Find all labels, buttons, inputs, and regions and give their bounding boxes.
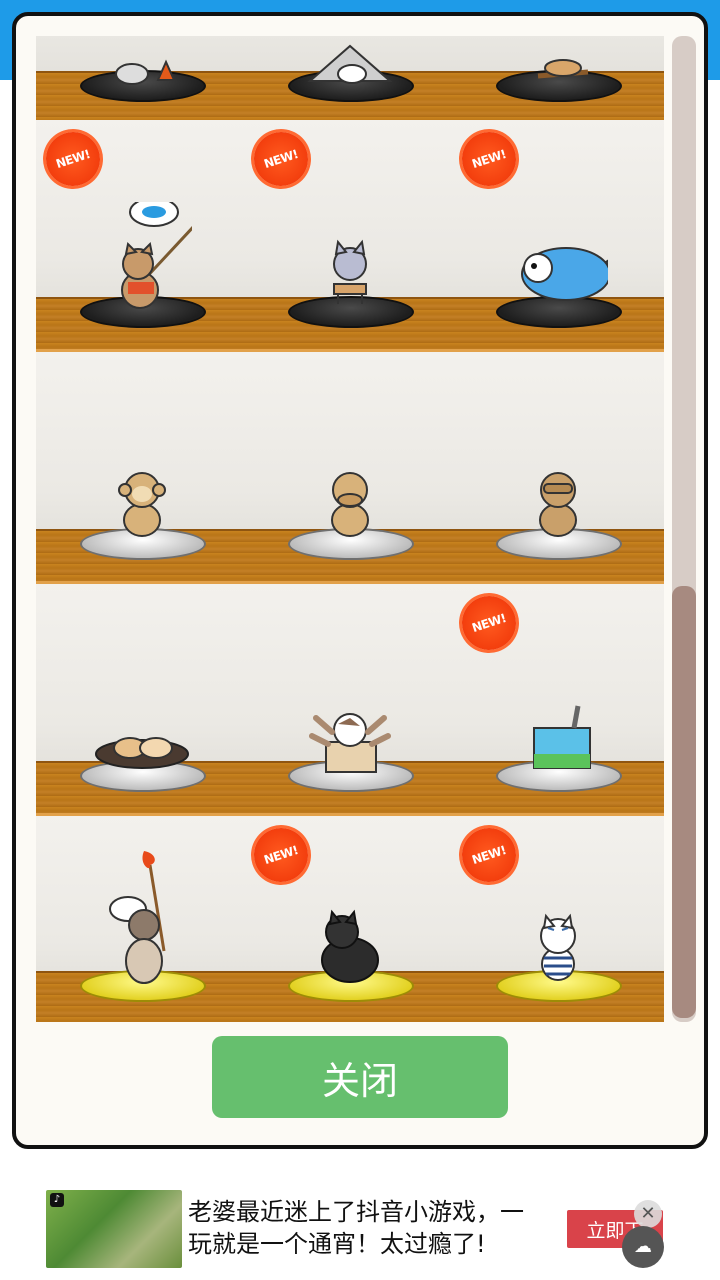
cat-with-campfire-figure: [115, 59, 176, 85]
cat-slot-cats-in-pan[interactable]: [42, 584, 242, 816]
cat-at-small-table-figure: [333, 239, 367, 304]
scrollbar-track[interactable]: [672, 36, 696, 1022]
cat-slot-cat-in-box-many-paws[interactable]: [250, 584, 450, 816]
chef-cat-with-torch-figure: [109, 851, 166, 984]
monkey-speak-no-evil-figure: [331, 472, 369, 537]
fishing-cat-figure: [121, 202, 192, 309]
new-badge: NEW!: [246, 124, 316, 194]
shelf-row: [36, 36, 664, 126]
cat-slot-monkey-hear-no-evil[interactable]: [42, 352, 242, 584]
cat-on-sled-figure: [537, 59, 589, 79]
cat-slot-black-cat-pair[interactable]: NEW!: [246, 816, 450, 1022]
cat-in-milk-carton-figure: [533, 705, 591, 769]
sailor-cat-figure: [540, 913, 576, 981]
cat-slot-chef-cat-with-torch[interactable]: [42, 816, 242, 1022]
new-badge: NEW!: [38, 124, 108, 194]
new-badge: NEW!: [454, 124, 524, 194]
cat-in-fish-costume-figure: [521, 247, 608, 301]
new-badge: NEW!: [454, 588, 524, 658]
cat-slot-monkey-see-no-evil[interactable]: [458, 352, 658, 584]
cat-slot-monkey-speak-no-evil[interactable]: [250, 352, 450, 584]
ad-thumbnail[interactable]: ♪: [46, 1190, 182, 1268]
monkey-see-no-evil-figure: [539, 472, 577, 537]
shelf-row: NEW!: [36, 584, 664, 816]
cat-in-tent-figure: [307, 44, 393, 84]
cat-slot-cat-with-campfire[interactable]: [42, 36, 242, 126]
ad-mascot-icon: ☁: [622, 1226, 664, 1268]
cat-slot-cat-in-milk-carton[interactable]: NEW!: [454, 584, 658, 816]
shelf-row: NEW! NEW!: [36, 120, 664, 352]
cat-slot-cat-in-fish-costume[interactable]: NEW!: [454, 120, 658, 352]
shelf-scroll-area[interactable]: NEW! NEW! NEW! NEW! NEW! NEW!: [36, 36, 664, 1022]
shelf-row: [36, 352, 664, 584]
cats-in-pan-figure: [95, 737, 189, 769]
cat-slot-fishing-cat[interactable]: NEW!: [38, 120, 242, 352]
cat-slot-sailor-cat[interactable]: NEW!: [454, 816, 658, 1022]
ad-close-icon[interactable]: ✕: [634, 1200, 662, 1228]
ad-text[interactable]: 老婆最近迷上了抖音小游戏，一玩就是一个通宵！太过瘾了!: [188, 1196, 533, 1260]
scrollbar-thumb[interactable]: [672, 586, 696, 1018]
cat-slot-cat-on-sled[interactable]: [458, 36, 658, 126]
monkey-hear-no-evil-figure: [118, 472, 166, 537]
tiktok-icon: ♪: [50, 1193, 64, 1207]
ad-banner[interactable]: ♪ 老婆最近迷上了抖音小游戏，一玩就是一个通宵！太过瘾了! 立即下 ✕ ☁: [0, 1170, 720, 1280]
cat-slot-cat-in-tent[interactable]: [250, 36, 450, 126]
black-cat-pair-figure: [321, 909, 379, 983]
cat-in-box-many-paws-figure: [309, 713, 391, 773]
collection-panel: NEW! NEW! NEW! NEW! NEW! NEW! 关闭: [12, 12, 708, 1149]
close-button[interactable]: 关闭: [212, 1036, 508, 1118]
cat-slot-cat-at-small-table[interactable]: NEW!: [246, 120, 450, 352]
shelf-row: NEW! NEW!: [36, 816, 664, 1022]
